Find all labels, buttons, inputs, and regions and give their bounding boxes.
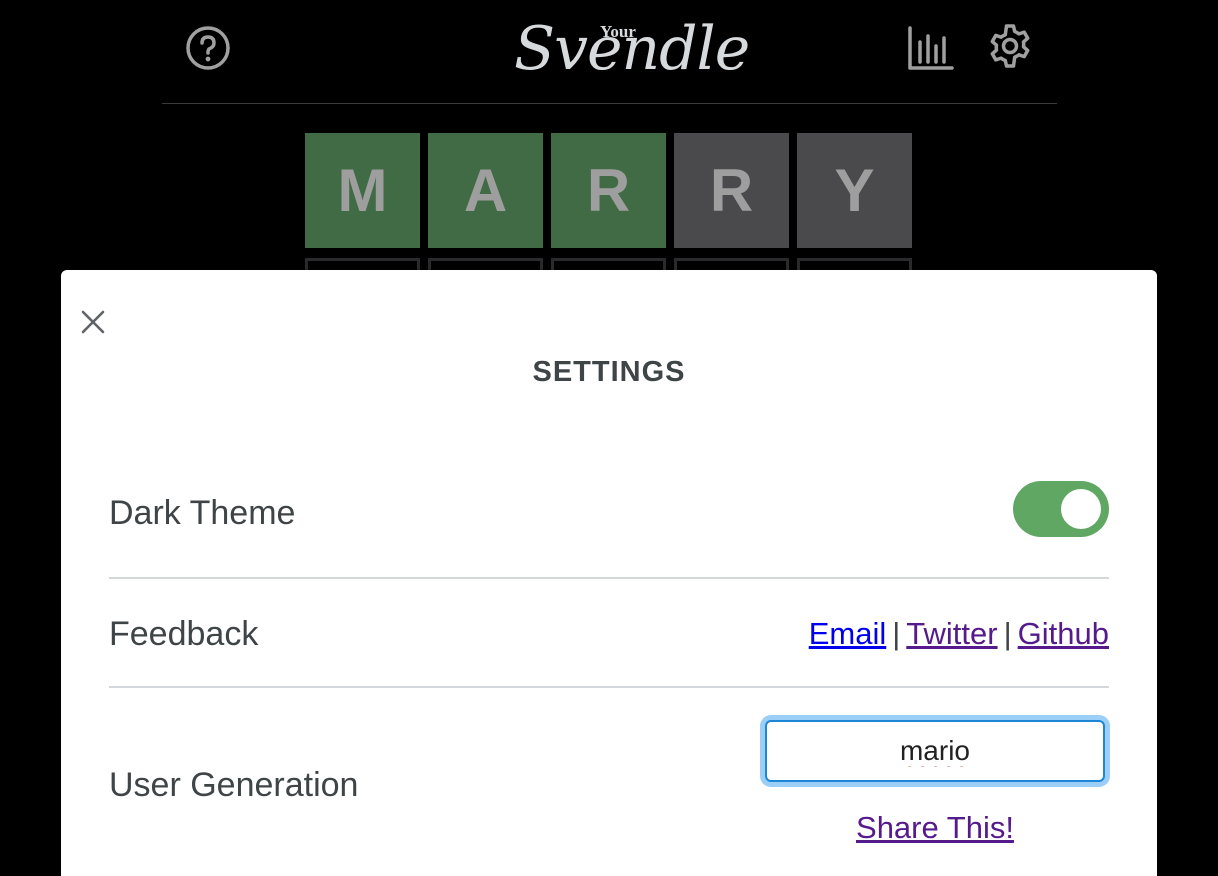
tile: A xyxy=(428,133,543,248)
bar-chart-icon[interactable] xyxy=(906,24,954,72)
toggle-knob xyxy=(1061,489,1101,529)
github-link[interactable]: Github xyxy=(1018,616,1109,651)
gear-icon[interactable] xyxy=(986,22,1034,70)
divider xyxy=(109,577,1109,579)
link-separator: | xyxy=(1003,616,1012,651)
divider xyxy=(109,686,1109,688)
user-generation-input[interactable] xyxy=(765,720,1105,782)
setting-row-dark-theme: Dark Theme xyxy=(109,481,1109,541)
tile: R xyxy=(674,133,789,248)
dark-theme-label: Dark Theme xyxy=(109,494,296,532)
twitter-link[interactable]: Twitter xyxy=(906,616,997,651)
email-link[interactable]: Email xyxy=(809,616,887,651)
settings-modal: SETTINGS Dark Theme Feedback Email | Twitt… xyxy=(61,270,1157,876)
link-separator: | xyxy=(892,616,901,651)
share-link[interactable]: Share This! xyxy=(765,810,1105,846)
modal-title: SETTINGS xyxy=(532,356,686,388)
feedback-label: Feedback xyxy=(109,615,259,653)
user-generation-label: User Generation xyxy=(109,766,359,804)
feedback-links: Email | Twitter | Github xyxy=(809,616,1109,652)
setting-row-feedback: Feedback Email | Twitter | Github xyxy=(109,615,1109,655)
board-row: M A R R Y xyxy=(305,133,912,248)
close-icon[interactable] xyxy=(77,306,109,338)
header: Svendle Your xyxy=(162,0,1057,104)
app-logo: Svendle Your xyxy=(512,6,750,96)
app-root: Svendle Your M A R R Y SETTINGS Dark The… xyxy=(0,0,1218,876)
help-circle-icon[interactable] xyxy=(184,24,232,72)
dark-theme-toggle[interactable] xyxy=(1013,481,1109,537)
tile: M xyxy=(305,133,420,248)
tile: Y xyxy=(797,133,912,248)
logo-your: Your xyxy=(600,22,636,41)
tile: R xyxy=(551,133,666,248)
